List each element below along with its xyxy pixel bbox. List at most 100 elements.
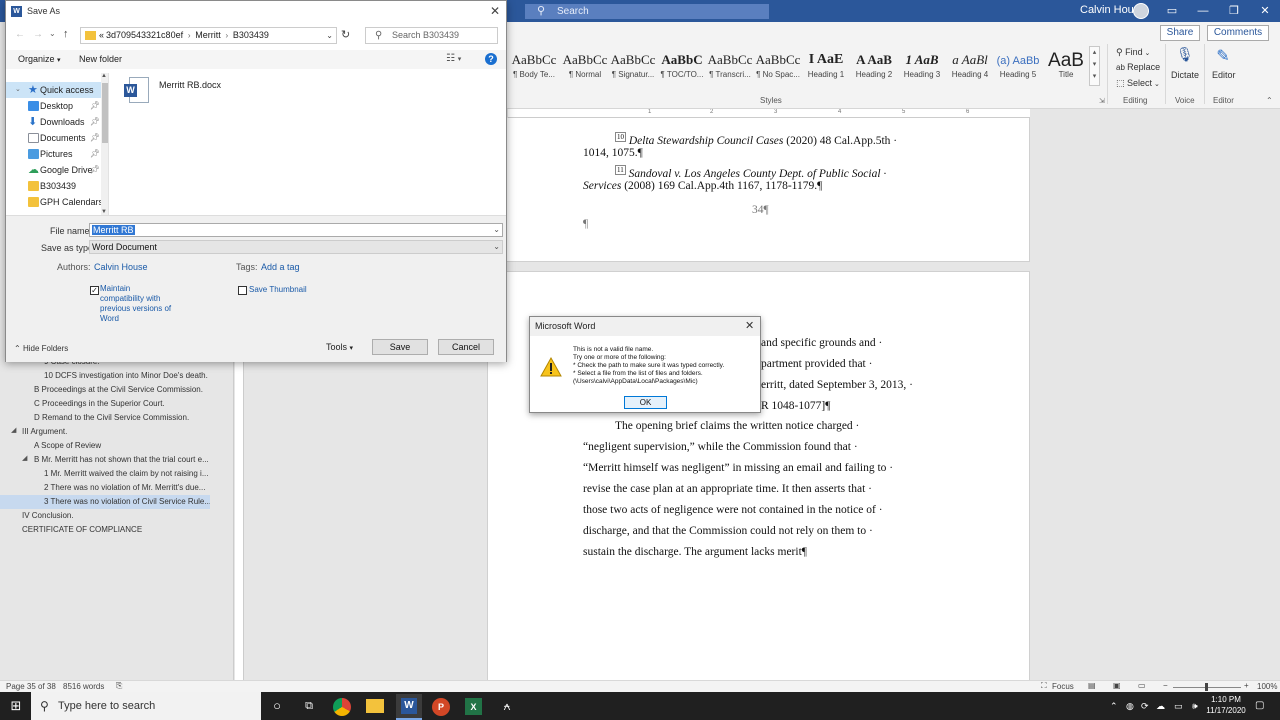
recent-locations-icon[interactable]: ⌄ (49, 29, 56, 38)
nav-heading[interactable]: C Proceedings in the Superior Court. (0, 397, 210, 411)
folder-search-input[interactable]: ⚲ Search B303439 (365, 27, 498, 44)
save-button[interactable]: Save (372, 339, 428, 355)
nav-heading[interactable]: 10 DCFS investigation into Minor Doe's d… (0, 369, 210, 383)
editor-button[interactable]: Editor (1212, 70, 1236, 80)
tree-scrollbar[interactable]: ▲ ▼ (101, 73, 108, 215)
web-layout-icon[interactable]: ▭ (1138, 681, 1146, 690)
styles-launcher-icon[interactable]: ⇲ (1099, 97, 1105, 105)
address-bar[interactable]: « 3d709543321c80ef › Merritt › B303439 ⌄ (80, 27, 337, 44)
breadcrumb-segment[interactable]: B303439 (233, 30, 269, 40)
file-name-label[interactable]: Merritt RB.docx (159, 80, 221, 90)
windows-start-icon[interactable]: ⊞ (6, 697, 26, 715)
up-arrow-icon[interactable]: ↑ (63, 28, 69, 40)
nav-heading[interactable]: 2 There was no violation of Mr. Merritt'… (0, 481, 210, 495)
tree-item-google-drive[interactable]: ☁ Google Drive 📌︎ (10, 162, 102, 178)
address-overflow[interactable]: « (99, 28, 104, 43)
page-count[interactable]: Page 35 of 38 (6, 682, 56, 691)
tree-item-documents[interactable]: Documents 📌︎ (10, 130, 102, 146)
zoom-out-icon[interactable]: − (1163, 681, 1168, 690)
horizontal-ruler[interactable]: 1 2 3 4 5 6 (508, 109, 1030, 118)
cortana-icon[interactable]: ○ (267, 697, 287, 715)
style-normal[interactable]: AaBbCc ¶ Normal (561, 52, 609, 88)
word-taskbar-icon[interactable]: W (396, 694, 422, 720)
ok-button[interactable]: OK (624, 396, 667, 409)
style-heading-1[interactable]: I AaE Heading 1 (802, 52, 850, 88)
vertical-ruler[interactable] (235, 360, 244, 680)
proofing-icon[interactable]: ⎘ (116, 681, 122, 691)
close-icon[interactable]: ✕ (490, 4, 500, 18)
zoom-level[interactable]: 100% (1257, 682, 1277, 691)
tree-item-downloads[interactable]: ⬇ Downloads 📌︎ (10, 114, 102, 130)
save-thumbnail-label[interactable]: Save Thumbnail (249, 285, 307, 294)
nav-heading[interactable]: B Mr. Merritt has not shown that the tri… (0, 453, 210, 467)
nav-heading[interactable]: 1 Mr. Merritt waived the claim by not ra… (0, 467, 210, 481)
new-folder-button[interactable]: New folder (79, 54, 122, 64)
forward-arrow-icon[interactable]: → (33, 29, 43, 40)
excel-icon[interactable]: X (465, 698, 482, 715)
select-button[interactable]: ⬚ Select ⌄ (1116, 78, 1160, 89)
scroll-up-icon[interactable]: ▲ (101, 73, 107, 79)
breadcrumb-segment[interactable]: 3d709543321c80ef (106, 30, 183, 40)
word-search-box[interactable]: ⚲ Search (525, 4, 769, 19)
chevron-down-icon[interactable]: ⌄ (326, 28, 333, 43)
help-icon[interactable]: ? (485, 53, 497, 65)
task-view-icon[interactable]: ⧉ (299, 697, 319, 715)
maintain-compat-checkbox[interactable]: ✓ (90, 286, 99, 295)
share-button[interactable]: Share (1160, 25, 1200, 41)
close-icon[interactable]: ✕ (1250, 2, 1280, 20)
close-icon[interactable]: ✕ (745, 319, 754, 332)
save-thumbnail-checkbox[interactable] (238, 286, 247, 295)
acrobat-icon[interactable]: ⍲ (497, 697, 517, 715)
ribbon-display-icon[interactable]: ▭ (1157, 2, 1187, 20)
comments-button[interactable]: Comments (1207, 25, 1269, 41)
replace-button[interactable]: ab Replace (1116, 62, 1160, 72)
view-options-icon[interactable]: ☷ ▾ (446, 53, 461, 64)
tree-item-desktop[interactable]: Desktop 📌︎ (10, 98, 102, 114)
tray-app-icon[interactable]: ◍ (1126, 701, 1134, 712)
save-as-type-select[interactable]: Word Document ⌄ (89, 240, 503, 254)
nav-heading[interactable]: D Remand to the Civil Service Commission… (0, 411, 210, 425)
onedrive-icon[interactable]: ☁ (1156, 701, 1165, 712)
style-heading-2[interactable]: A AaB Heading 2 (850, 52, 898, 88)
tree-item-b303439[interactable]: B303439 (10, 178, 102, 194)
authors-value[interactable]: Calvin House (94, 262, 148, 272)
print-layout-icon[interactable]: ▣ (1113, 681, 1121, 690)
tree-item-pictures[interactable]: Pictures 📌︎ (10, 146, 102, 162)
find-button[interactable]: ⚲ Find ⌄ (1116, 47, 1150, 58)
style-no-spacing[interactable]: AaBbCc ¶ No Spac... (754, 52, 802, 88)
tray-sync-icon[interactable]: ⟳ (1141, 701, 1149, 712)
collapse-triangle-icon[interactable]: ⌄ (15, 82, 21, 98)
powerpoint-icon[interactable]: P (432, 698, 450, 716)
tree-item-gph-calendars[interactable]: GPH Calendars (10, 194, 103, 210)
file-explorer-icon[interactable] (366, 699, 384, 713)
chrome-icon[interactable] (333, 698, 351, 716)
style-toc[interactable]: AaBbC ¶ TOC/TO... (658, 52, 706, 88)
editor-icon[interactable]: ✎ (1214, 46, 1232, 68)
nav-heading[interactable]: A Scope of Review (0, 439, 210, 453)
avatar[interactable] (1133, 3, 1149, 19)
focus-icon[interactable]: ⛶ (1041, 681, 1047, 691)
style-signature[interactable]: AaBbCc ¶ Signatur... (609, 52, 657, 88)
focus-mode[interactable]: Focus (1052, 682, 1074, 691)
nav-heading[interactable]: IV Conclusion. (0, 509, 210, 523)
style-heading-4[interactable]: a AaBl Heading 4 (946, 52, 994, 88)
style-heading-5[interactable]: (a) AaBb Heading 5 (994, 52, 1042, 88)
tree-item-quick-access[interactable]: ⌄ ★ Quick access (10, 82, 102, 98)
notifications-icon[interactable]: ▢ (1255, 700, 1264, 711)
word-count[interactable]: 8516 words (63, 682, 104, 691)
maintain-compat-label[interactable]: Maintain compatibility with previous ver… (100, 284, 171, 324)
style-body-text[interactable]: AaBbCc ¶ Body Te... (510, 52, 558, 88)
cancel-button[interactable]: Cancel (438, 339, 494, 355)
back-arrow-icon[interactable]: ← (15, 29, 25, 40)
refresh-icon[interactable]: ↻ (341, 28, 350, 41)
zoom-slider-thumb[interactable] (1205, 683, 1208, 691)
read-mode-icon[interactable]: ▤ (1088, 681, 1096, 690)
styles-gallery-scroll[interactable]: ▴ ▾ ▾ (1089, 46, 1100, 86)
minimize-icon[interactable]: — (1188, 2, 1218, 20)
nav-heading[interactable]: B Proceedings at the Civil Service Commi… (0, 383, 210, 397)
breadcrumb-segment[interactable]: Merritt (195, 30, 221, 40)
style-transcript[interactable]: AaBbCc ¶ Transcri... (706, 52, 754, 88)
volume-icon[interactable]: 🕪︎ (1192, 701, 1198, 712)
tray-chevron-icon[interactable]: ⌃ (1110, 701, 1118, 712)
add-tag-link[interactable]: Add a tag (261, 262, 300, 272)
